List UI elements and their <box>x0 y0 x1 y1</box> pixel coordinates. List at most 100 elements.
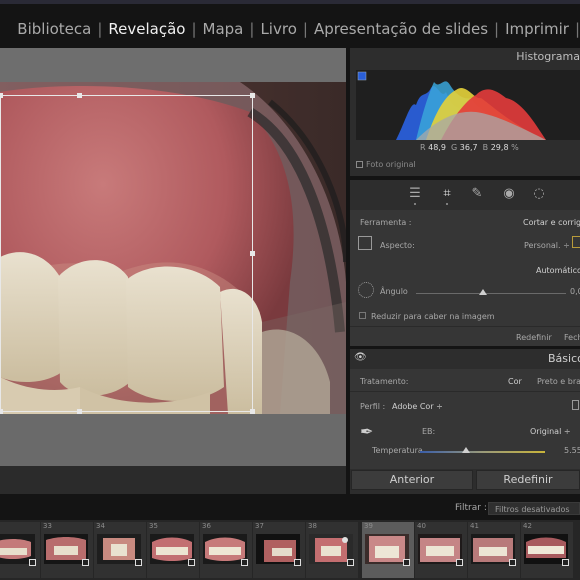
module-mapa[interactable]: Mapa <box>197 20 250 38</box>
constrain-label: Reduzir para caber na imagem <box>371 312 495 321</box>
toolbar-bottom <box>0 466 346 494</box>
filmstrip-cell-selected[interactable]: 39 <box>362 522 414 578</box>
divider <box>350 391 580 392</box>
module-bar: Biblioteca | Revelação | Mapa | Livro | … <box>0 0 580 44</box>
module-livro[interactable]: Livro <box>254 20 302 38</box>
red-eye-icon[interactable]: ◉ <box>501 186 517 202</box>
basic-panel: Tratamento: Cor Preto e branco Perfil : … <box>350 369 580 469</box>
module-apresentacao[interactable]: Apresentação de slides <box>308 20 494 38</box>
crop-handle-tl[interactable] <box>0 93 3 98</box>
crop-tool-icon[interactable]: ⌗ <box>439 186 455 202</box>
filmstrip-cell[interactable]: 42 <box>521 522 573 578</box>
tool-indicator <box>414 203 416 205</box>
histogram-graph <box>357 71 546 140</box>
filter-label: Filtrar : <box>455 503 487 513</box>
edited-badge <box>82 559 89 566</box>
edited-badge <box>347 559 354 566</box>
wb-label: EB: <box>422 427 436 436</box>
reset-button[interactable]: Redefinir <box>476 470 580 490</box>
crop-handle-right[interactable] <box>250 251 255 256</box>
original-photo-toggle[interactable]: Foto original <box>356 160 416 169</box>
filmstrip-cell[interactable]: 37 <box>253 522 305 578</box>
frame-number: 36 <box>202 522 211 530</box>
frame-number: 42 <box>523 522 532 530</box>
g-label: G <box>451 143 458 152</box>
angle-value[interactable]: 0,00 <box>570 287 580 296</box>
wb-dropdown[interactable]: Original ÷ <box>530 427 571 436</box>
aspect-dropdown[interactable]: Personal. ÷ <box>524 241 570 250</box>
r-label: R <box>420 143 426 152</box>
filmstrip-cell[interactable]: 33 <box>41 522 93 578</box>
module-picker: Biblioteca | Revelação | Mapa | Livro | … <box>11 20 580 38</box>
histogram[interactable] <box>356 70 580 140</box>
module-biblioteca[interactable]: Biblioteca <box>11 20 97 38</box>
filmstrip-cell[interactable]: 36 <box>200 522 252 578</box>
frame-number: 39 <box>364 522 373 530</box>
profile-dropdown[interactable]: Adobe Cor ÷ <box>392 402 443 411</box>
histogram-header[interactable]: Histograma <box>350 48 580 66</box>
angle-slider-track[interactable] <box>416 293 566 294</box>
profile-browser-icon[interactable] <box>572 400 579 410</box>
lock-icon[interactable] <box>572 236 580 248</box>
temperature-slider-knob[interactable] <box>462 447 470 453</box>
crop-handle-br[interactable] <box>250 409 255 414</box>
frame-number: 40 <box>417 522 426 530</box>
eyedropper-icon[interactable]: ✒ <box>360 422 373 441</box>
edited-badge <box>241 559 248 566</box>
edited-badge <box>135 559 142 566</box>
filmstrip-cell[interactable]: 34 <box>94 522 146 578</box>
filter-dropdown[interactable]: Filtros desativados <box>488 502 580 515</box>
healing-brush-icon[interactable]: ✎ <box>469 186 485 202</box>
module-separator: | <box>574 20 580 38</box>
edited-badge <box>29 559 36 566</box>
frame-number: 41 <box>470 522 479 530</box>
canvas-margin-bottom <box>0 414 346 466</box>
shadow-clip-indicator <box>357 71 367 81</box>
crop-handle-bottom[interactable] <box>77 409 82 414</box>
constrain-checkbox[interactable] <box>359 312 366 319</box>
canvas-margin-top <box>0 48 346 82</box>
edited-badge <box>294 559 301 566</box>
g-value: 36,7 <box>459 143 478 152</box>
temperature-label: Temperatura <box>372 446 423 455</box>
crop-frame-icon[interactable] <box>358 236 372 250</box>
crop-handle-tr[interactable] <box>250 93 255 98</box>
filmstrip-cell[interactable]: 32 <box>0 522 40 578</box>
crop-reset-button[interactable]: Redefinir <box>516 333 552 342</box>
filmstrip-cell[interactable]: 35 <box>147 522 199 578</box>
auto-button[interactable]: Automático <box>536 266 580 275</box>
eye-icon[interactable]: 👁 <box>354 352 367 363</box>
b-label: B <box>482 143 489 152</box>
basic-panel-header[interactable]: 👁 Básico <box>350 349 580 369</box>
angle-slider-knob[interactable] <box>479 289 487 295</box>
treatment-bw-option[interactable]: Preto e branco <box>537 377 580 386</box>
module-revelacao[interactable]: Revelação <box>102 20 191 38</box>
crop-panel: Ferramenta : Cortar e corrigir Aspecto: … <box>350 210 580 348</box>
r-value: 48,9 <box>428 143 446 152</box>
sliders-icon[interactable]: ☰ <box>407 186 423 202</box>
temperature-slider-track[interactable] <box>420 451 545 453</box>
filmstrip-cell[interactable]: 41 <box>468 522 520 578</box>
rgb-readout: R 48,9 G 36,7 B 29,8 % <box>420 143 519 152</box>
readout-unit: % <box>511 143 519 152</box>
frame-number: 38 <box>308 522 317 530</box>
module-imprimir[interactable]: Imprimir <box>499 20 575 38</box>
edited-badge <box>403 559 410 566</box>
tool-strip: ☰ ⌗ ✎ ◉ ◌ <box>350 180 580 210</box>
frame-number: 34 <box>96 522 105 530</box>
level-tool-icon[interactable] <box>358 282 374 298</box>
filmstrip-cell[interactable]: 40 <box>415 522 467 578</box>
original-photo-checkbox[interactable] <box>356 161 363 168</box>
crop-overlay[interactable] <box>0 93 255 414</box>
filmstrip-cell[interactable]: 38 <box>306 522 358 578</box>
treatment-color-option[interactable]: Cor <box>508 377 522 386</box>
crop-handle-top[interactable] <box>77 93 82 98</box>
crop-handle-bl[interactable] <box>0 409 3 414</box>
divider <box>350 326 580 327</box>
masking-icon[interactable]: ◌ <box>531 186 547 202</box>
temperature-value[interactable]: 5.550 <box>564 446 580 455</box>
previous-button[interactable]: Anterior <box>351 470 473 490</box>
frame-number: 35 <box>149 522 158 530</box>
frame-number: 37 <box>255 522 264 530</box>
crop-close-button[interactable]: Fechar <box>564 333 580 342</box>
